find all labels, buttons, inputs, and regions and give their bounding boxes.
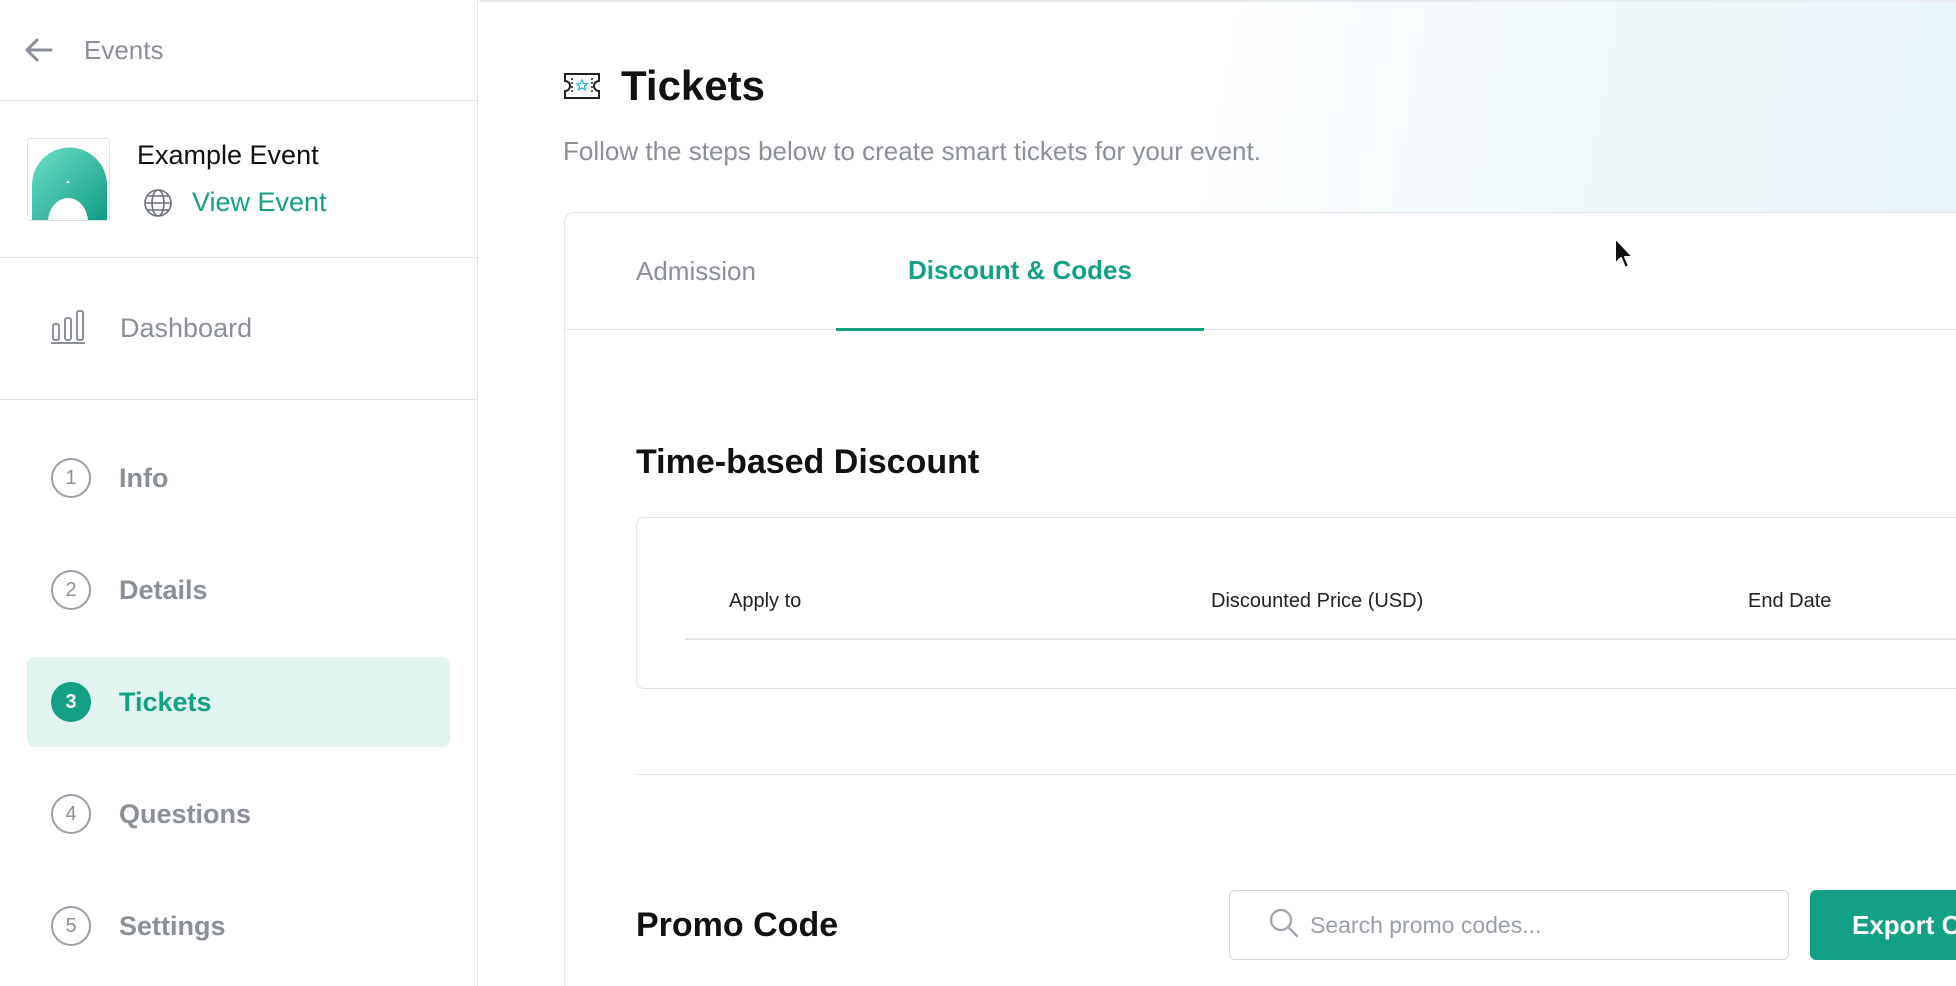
promo-code-title: Promo Code: [636, 906, 839, 944]
globe-icon: [142, 187, 174, 219]
column-header-apply-to: Apply to: [729, 590, 802, 612]
column-header-end-date: End Date: [1748, 590, 1832, 612]
step-number: 3: [51, 682, 91, 722]
page-header: Tickets Follow the steps below to create…: [563, 62, 1261, 167]
section-divider: [636, 774, 1956, 775]
sidebar-item-dashboard[interactable]: Dashboard: [0, 258, 477, 400]
sidebar-item-label[interactable]: Dashboard: [120, 313, 252, 344]
event-name: Example Event: [137, 139, 319, 170]
tab-admission[interactable]: Admission: [636, 213, 756, 330]
column-header-discounted-price: Discounted Price (USD): [1211, 590, 1424, 612]
sidebar: Events Example Event View Event Dashboar…: [0, 0, 478, 986]
back-arrow-icon[interactable]: [24, 33, 58, 67]
event-avatar: [27, 137, 110, 221]
tab-discount-codes[interactable]: Discount & Codes: [836, 213, 1204, 331]
main-content: Tickets Follow the steps below to create…: [479, 0, 1956, 986]
step-label[interactable]: Questions: [119, 799, 251, 830]
promo-search[interactable]: [1229, 890, 1789, 960]
back-label[interactable]: Events: [84, 35, 164, 66]
page-subtitle: Follow the steps below to create smart t…: [563, 136, 1261, 166]
tab-bar: Admission Discount & Codes: [565, 213, 1956, 331]
tickets-panel: Admission Discount & Codes Time-based Di…: [564, 212, 1956, 986]
event-summary: Example Event View Event: [0, 101, 477, 258]
sidebar-item-settings[interactable]: 5 Settings: [27, 881, 450, 971]
sidebar-item-questions[interactable]: 4 Questions: [27, 769, 450, 859]
promo-search-input[interactable]: [1310, 911, 1770, 939]
step-label[interactable]: Tickets: [119, 687, 212, 718]
step-number: 2: [51, 570, 91, 610]
step-label[interactable]: Info: [119, 463, 168, 494]
ticket-icon: [563, 72, 601, 100]
sidebar-item-info[interactable]: 1 Info: [27, 433, 450, 523]
view-event-label[interactable]: View Event: [192, 187, 327, 218]
step-number: 5: [51, 906, 91, 946]
export-button[interactable]: Export C: [1810, 890, 1956, 960]
step-label[interactable]: Settings: [119, 911, 226, 942]
step-label[interactable]: Details: [119, 575, 208, 606]
bar-chart-icon: [50, 308, 86, 349]
step-list: 1 Info 2 Details 3 Tickets 4 Questions 5…: [0, 433, 477, 971]
time-discount-title: Time-based Discount: [636, 443, 980, 481]
time-discount-table: Apply to Discounted Price (USD) End Date: [636, 517, 1956, 689]
search-icon: [1268, 907, 1300, 944]
view-event-link[interactable]: View Event: [137, 187, 327, 219]
top-divider: [479, 0, 1956, 2]
page-title: Tickets: [621, 62, 765, 109]
step-number: 1: [51, 458, 91, 498]
table-header-divider: [685, 638, 1956, 640]
sidebar-item-tickets[interactable]: 3 Tickets: [27, 657, 450, 747]
step-number: 4: [51, 794, 91, 834]
back-to-events[interactable]: Events: [0, 0, 477, 101]
mouse-cursor-icon: [1613, 236, 1637, 272]
sidebar-item-details[interactable]: 2 Details: [27, 545, 450, 635]
